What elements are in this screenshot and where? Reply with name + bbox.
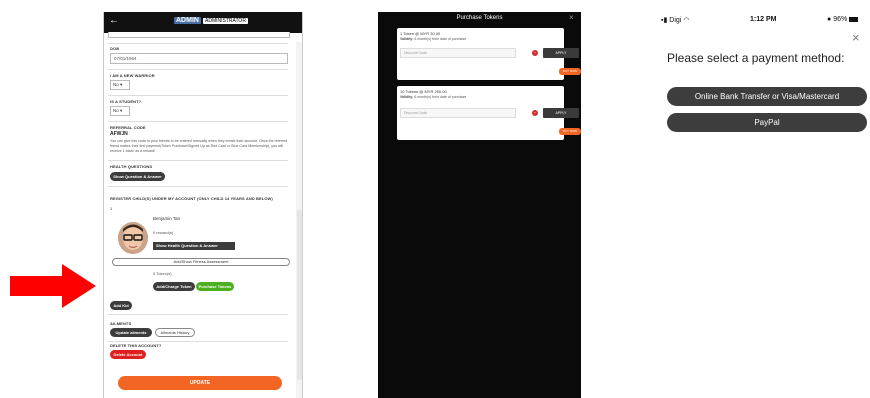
child-avatar [118, 222, 148, 254]
register-child-label: REGISTER CHILD(S) UNDER MY ACCOUNT (ONLY… [110, 196, 273, 201]
status-time: 1:12 PM [750, 16, 777, 23]
close-icon[interactable]: × [852, 30, 860, 45]
divider [108, 95, 288, 96]
status-carrier: ▪▮ Digi ◠ [661, 16, 689, 24]
close-icon[interactable]: × [569, 13, 574, 22]
previous-field-input[interactable] [108, 32, 290, 38]
divider [108, 69, 288, 70]
clear-discount-icon[interactable]: − [532, 50, 538, 56]
child-count: 1 [110, 206, 113, 211]
clear-discount-icon[interactable]: − [532, 110, 538, 116]
apply-button[interactable]: APPLY [543, 48, 579, 58]
child-tokens: 0 Token(s) [153, 271, 172, 276]
bank-transfer-card-button[interactable]: Online Bank Transfer or Visa/Mastercard [667, 87, 867, 106]
add-kid-button[interactable]: Add Kid [110, 301, 132, 310]
referral-code: AFWJN [110, 131, 128, 137]
validity-value: 6 month(s) from date of purchase [414, 37, 467, 41]
carrier-name: Digi [669, 17, 682, 24]
buy-now-button[interactable]: BUY NOW [559, 68, 581, 75]
student-label: IS A STUDENT? [110, 99, 142, 104]
token-card-title: 1 Token @ MYR 30.00 [400, 31, 441, 36]
admin-account-panel: ← ADMIN ADMINISTRATOR DOB 07/01/1964 I A… [103, 12, 303, 398]
child-name: Benjamin Tan [153, 216, 181, 221]
health-questions-label: HEALTH QUESTIONS [110, 164, 153, 169]
add-show-fitness-button[interactable]: Add/Show Fitness Assessment [112, 258, 290, 266]
administrator-badge: ADMINISTRATOR [203, 18, 248, 24]
discount-code-input[interactable]: Discount Code [400, 108, 516, 118]
purchase-tokens-button[interactable]: Purchase Tokens [196, 282, 234, 291]
show-question-answer-button[interactable]: Show Question & Answer [110, 172, 165, 181]
scrollbar-thumb[interactable] [297, 210, 302, 380]
admin-logo: ADMIN [174, 17, 201, 24]
add-charge-token-button[interactable]: Add/Charge Token [153, 282, 195, 291]
update-button[interactable]: UPDATE [118, 376, 282, 390]
discount-code-input[interactable]: Discount Code [400, 48, 516, 58]
signal-icon: ▪▮ [661, 17, 668, 24]
validity-value: 6 month(s) from date of purchase [414, 95, 467, 99]
token-card-title: 10 Tokens @ MYR 250.00 [400, 89, 447, 94]
buy-now-button[interactable]: BUY NOW [559, 128, 581, 135]
divider [108, 43, 288, 44]
moon-icon: ● [827, 16, 832, 23]
status-battery: ● 96% [827, 16, 859, 23]
wifi-icon: ◠ [683, 17, 690, 24]
divider [108, 160, 288, 161]
new-warrior-value: No [113, 82, 119, 87]
dob-label: DOB [110, 46, 120, 51]
divider [108, 121, 288, 122]
paypal-button[interactable]: PayPal [667, 113, 867, 132]
back-arrow-icon[interactable]: ← [109, 15, 119, 26]
divider [108, 186, 288, 187]
show-health-qa-button[interactable]: Show Health Question & Answer [153, 242, 235, 250]
ailments-label: AILMENTS [110, 321, 132, 326]
validity-label: Validity: [400, 37, 414, 41]
battery-icon [849, 16, 859, 22]
new-warrior-label: I AM A NEW WARRIOR [110, 73, 155, 78]
red-arrow-icon [10, 264, 96, 308]
child-rewards: 0 reward(s) [153, 230, 174, 235]
admin-header: ← ADMIN ADMINISTRATOR [104, 12, 302, 33]
referral-description: You can give this code to your friends t… [110, 139, 288, 153]
apply-button[interactable]: APPLY [543, 108, 579, 118]
payment-prompt: Please select a payment method: [667, 51, 845, 65]
delete-account-label: DELETE THIS ACCOUNT? [110, 343, 162, 348]
modal-title: Purchase Tokens [456, 15, 503, 21]
student-select[interactable]: No ▾ [110, 106, 130, 116]
battery-percent: 96% [833, 16, 848, 23]
validity-label: Validity: [400, 95, 414, 99]
new-warrior-select[interactable]: No ▾ [110, 80, 130, 90]
student-value: No [113, 108, 119, 113]
dob-input[interactable]: 07/01/1964 [110, 53, 288, 64]
payment-method-screen: ▪▮ Digi ◠ 1:12 PM ● 96% × Please select … [657, 8, 870, 138]
ailments-history-button[interactable]: Ailments History [155, 328, 195, 337]
divider [108, 341, 288, 342]
token-card-10: 10 Tokens @ MYR 250.00 Validity: 6 month… [397, 86, 581, 140]
delete-account-button[interactable]: Delete Account [110, 350, 146, 359]
token-card-1: 1 Token @ MYR 30.00 Validity: 6 month(s)… [397, 28, 581, 80]
update-ailments-button[interactable]: Update ailments [110, 328, 152, 337]
divider [108, 314, 288, 315]
purchase-tokens-modal: Purchase Tokens × 1 Token @ MYR 30.00 Va… [378, 12, 581, 398]
referral-label: REFERRAL CODE [110, 125, 146, 130]
